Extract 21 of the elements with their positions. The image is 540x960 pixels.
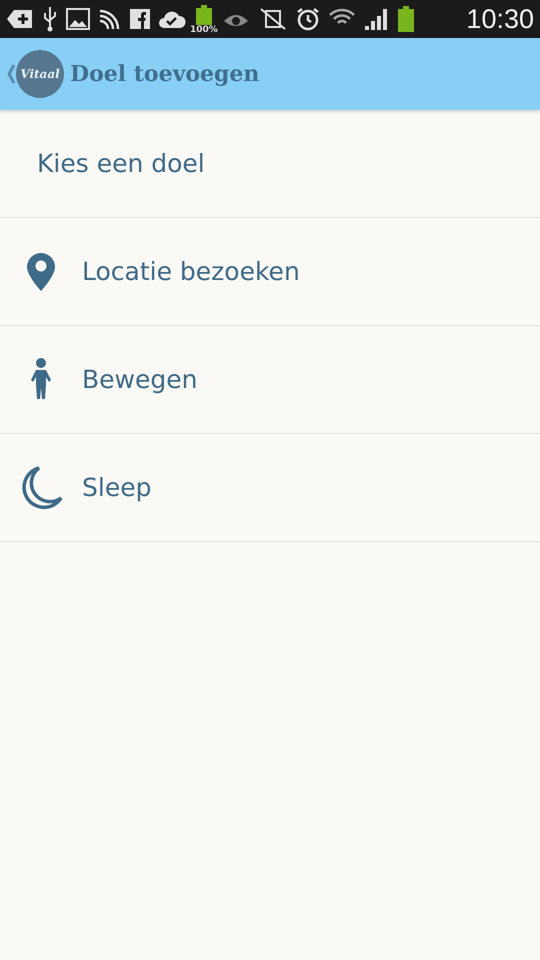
cell-signal-icon xyxy=(364,7,390,31)
usb-icon xyxy=(42,6,58,32)
section-heading: Kies een doel xyxy=(37,148,205,180)
back-icon[interactable] xyxy=(6,63,16,85)
goal-option[interactable]: Locatie bezoeken xyxy=(0,218,540,326)
alarm-icon xyxy=(296,7,320,31)
battery-percentage: 100% xyxy=(190,26,218,35)
image-icon xyxy=(66,8,90,30)
person-icon xyxy=(30,358,52,402)
vibrate-mute-icon xyxy=(258,7,288,31)
cloud-check-icon xyxy=(158,9,186,29)
goal-option[interactable]: Bewegen xyxy=(0,326,540,434)
facebook-icon xyxy=(130,9,150,29)
app-logo[interactable]: Vitaal xyxy=(16,50,64,98)
signal-rings-icon xyxy=(98,7,122,31)
notification-icon xyxy=(6,8,34,30)
location-pin-icon xyxy=(26,252,56,292)
goal-option[interactable]: Sleep xyxy=(0,434,540,542)
page-title: Doel toevoegen xyxy=(70,60,260,88)
battery-full-icon xyxy=(398,6,414,32)
clock: 10:30 xyxy=(466,6,534,32)
